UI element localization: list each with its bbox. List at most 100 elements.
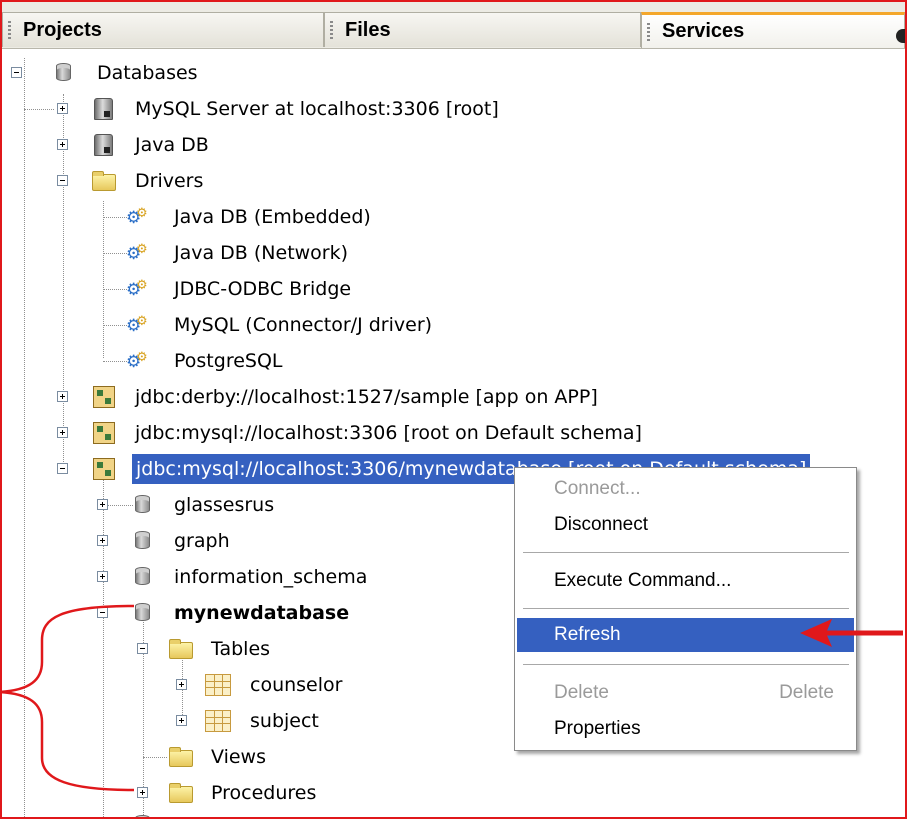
collapse-icon[interactable] [137,643,148,654]
tree-node-driver[interactable]: ⚙ ⚙ Java DB (Network) [2,235,502,271]
context-menu: Connect... Disconnect Execute Command...… [514,467,857,751]
tree-node-label: information_schema [174,566,368,588]
tree-node-label: Java DB (Embedded) [174,206,371,228]
connection-icon [93,386,115,408]
tree-node-connection[interactable]: jdbc:derby://localhost:1527/sample [app … [2,379,702,415]
tree-node-driver[interactable]: ⚙ ⚙ Java DB (Embedded) [2,199,502,235]
expand-icon[interactable] [97,535,108,546]
server-icon [94,134,113,156]
folder-icon [169,747,193,767]
menu-item-disconnect[interactable]: Disconnect [517,508,854,542]
tree-node-label: MySQL Server at localhost:3306 [root] [135,98,499,120]
tree-node-driver[interactable]: ⚙ ⚙ PostgreSQL [2,343,502,379]
connection-icon [93,458,115,480]
menu-item-execute-command[interactable]: Execute Command... [517,564,854,598]
database-icon [135,567,150,585]
database-icon [135,603,150,621]
driver-gear-icon: ⚙ ⚙ [126,350,148,372]
menu-separator [523,608,849,610]
folder-icon [169,639,193,659]
tree-node-driver[interactable]: ⚙ ⚙ MySQL (Connector/J driver) [2,307,502,343]
menu-item-connect[interactable]: Connect... [517,472,854,506]
tree-node-label: mynewdatabase [174,602,350,624]
tab-grip-icon [330,21,333,40]
expand-icon[interactable] [57,391,68,402]
tree-node-schema[interactable]: glassesrus [2,487,402,523]
menu-item-label: Delete [554,682,609,703]
tree-node-databases[interactable]: Databases [2,55,502,91]
expand-icon[interactable] [97,499,108,510]
tree-node-schema[interactable]: graph [2,523,402,559]
driver-gear-icon: ⚙ ⚙ [126,314,148,336]
tree-node-label: Java DB [135,134,209,156]
database-icon [135,531,150,549]
folder-icon [169,783,193,803]
tab-files[interactable]: Files [324,12,641,47]
tab-label: Services [662,20,745,42]
collapse-icon[interactable] [57,175,68,186]
collapse-icon[interactable] [97,607,108,618]
tab-projects[interactable]: Projects [2,12,324,47]
server-icon [94,98,113,120]
database-icon [135,815,150,817]
menu-item-shortcut: Delete [779,682,834,703]
tree-node-label: subject [250,710,319,732]
tree-guide [103,289,127,290]
tree-node-label: Procedures [211,782,317,804]
menu-separator [523,552,849,554]
tree-guide [103,253,127,254]
tree-node-schema[interactable]: information_schema [2,559,402,595]
expand-icon[interactable] [57,427,68,438]
tree-node-drivers[interactable]: Drivers [2,163,402,199]
tree-node-label: jdbc:derby://localhost:1527/sample [app … [135,386,598,408]
tree-node-label: Java DB (Network) [174,242,349,264]
folder-icon [92,171,116,191]
tree-node-label: Drivers [135,170,204,192]
tree-guide [103,217,127,218]
tab-scroll-arrow-icon[interactable] [896,29,905,43]
menu-item-label: Disconnect [554,514,648,535]
expand-icon[interactable] [176,715,187,726]
tree-node-table[interactable]: counselor [2,667,402,703]
tree-guide [24,109,54,110]
tree-node-driver[interactable]: ⚙ ⚙ JDBC-ODBC Bridge [2,271,502,307]
tree-node-partial [2,811,402,817]
menu-item-label: Connect... [554,478,641,499]
database-icon [135,495,150,513]
tree-node-table[interactable]: subject [2,703,402,739]
menu-item-refresh[interactable]: Refresh [517,618,854,652]
tree-node-connection[interactable]: jdbc:mysql://localhost:3306 [root on Def… [2,415,702,451]
tab-label: Projects [23,19,102,41]
menu-separator [523,664,849,666]
tree-node-label: graph [174,530,230,552]
tree-node-label: Databases [97,62,198,84]
tree-guide [143,757,167,758]
menu-item-label: Properties [554,718,641,739]
connection-icon [93,422,115,444]
expand-icon[interactable] [97,571,108,582]
tree-node-label: Tables [211,638,271,660]
tree-node-label: MySQL (Connector/J driver) [174,314,433,336]
tree-node-mynewdatabase[interactable]: mynewdatabase [2,595,402,631]
expand-icon[interactable] [57,139,68,150]
menu-item-delete[interactable]: Delete Delete [517,676,854,710]
tab-grip-icon [647,23,650,42]
tree-node-views[interactable]: Views [2,739,402,775]
table-icon [205,674,231,696]
tree-node-mysql-server[interactable]: MySQL Server at localhost:3306 [root] [2,91,602,127]
collapse-icon[interactable] [11,67,22,78]
tree-node-java-db[interactable]: Java DB [2,127,402,163]
collapse-icon[interactable] [57,463,68,474]
expand-icon[interactable] [137,787,148,798]
menu-item-label: Execute Command... [554,570,732,591]
tab-services[interactable]: Services [641,12,905,48]
tree-node-tables[interactable]: Tables [2,631,402,667]
menu-item-properties[interactable]: Properties [517,712,854,746]
tree-node-procedures[interactable]: Procedures [2,775,402,811]
menu-item-label: Refresh [554,624,621,645]
driver-gear-icon: ⚙ ⚙ [126,278,148,300]
expand-icon[interactable] [176,679,187,690]
driver-gear-icon: ⚙ ⚙ [126,206,148,228]
tree-guide [103,325,127,326]
expand-icon[interactable] [57,103,68,114]
